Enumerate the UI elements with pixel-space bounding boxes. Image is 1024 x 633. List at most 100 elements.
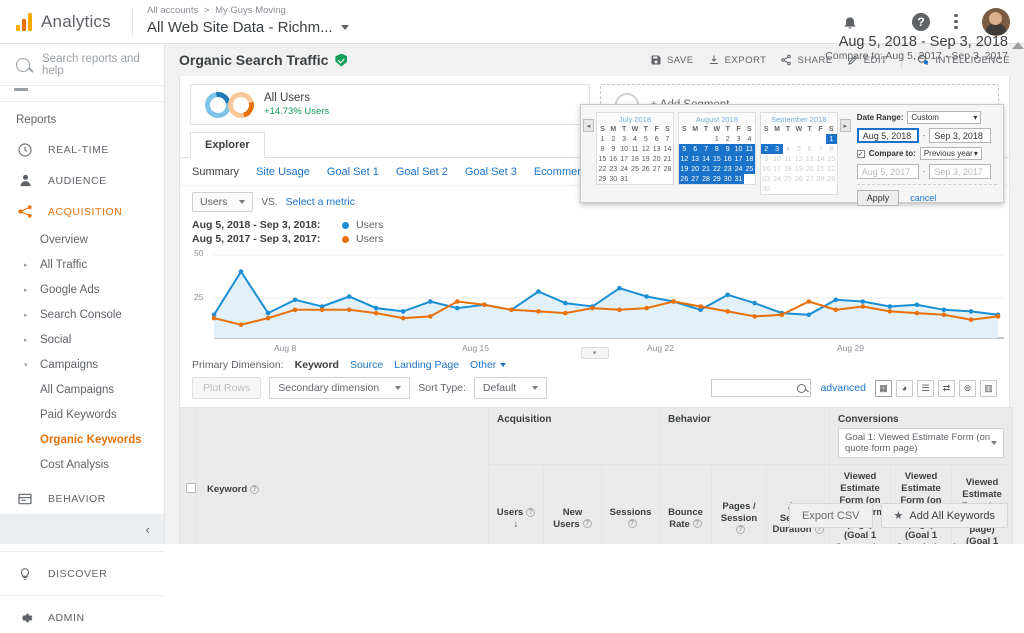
sidebar-item-organic-keywords[interactable]: Organic Keywords bbox=[0, 427, 164, 452]
calendar-day[interactable]: 2 bbox=[608, 134, 619, 144]
calendar-day[interactable]: 9 bbox=[722, 144, 734, 154]
tab-summary[interactable]: Summary bbox=[192, 166, 239, 178]
calendar-day[interactable]: 4 bbox=[630, 134, 641, 144]
date-range-dropdown[interactable]: Custom ▾ bbox=[907, 111, 982, 124]
table-view-icon[interactable]: ▦ bbox=[875, 379, 892, 397]
calendar-day[interactable]: 31 bbox=[733, 174, 744, 184]
sidebar-item-search-console[interactable]: ▸ Search Console bbox=[0, 302, 164, 327]
calendar-day[interactable]: 29 bbox=[711, 174, 723, 184]
calendar-day[interactable]: 16 bbox=[761, 164, 772, 174]
calendar-day[interactable]: 17 bbox=[733, 154, 744, 164]
apply-button[interactable]: Apply bbox=[856, 190, 900, 206]
chart-resize-handle[interactable]: ▾ bbox=[580, 347, 609, 359]
calendar-day[interactable]: 25 bbox=[743, 164, 755, 174]
calendar-day[interactable]: 13 bbox=[804, 154, 815, 164]
calendar-day[interactable]: 24 bbox=[733, 164, 744, 174]
compare-to-checkbox[interactable]: ✓ bbox=[856, 149, 865, 158]
sort-type-dropdown[interactable]: Default bbox=[473, 377, 548, 399]
help-icon[interactable]: ? bbox=[250, 485, 260, 495]
calendar-day[interactable]: 5 bbox=[640, 134, 651, 144]
calendar-day[interactable]: 20 bbox=[804, 164, 815, 174]
calendar-day[interactable]: 23 bbox=[722, 164, 734, 174]
calendar-day[interactable]: 5 bbox=[793, 144, 804, 154]
primary-dimension-landing-page[interactable]: Landing Page bbox=[394, 359, 459, 371]
compare-to-dropdown[interactable]: Previous year ▾ bbox=[919, 147, 982, 160]
tab-site-usage[interactable]: Site Usage bbox=[256, 166, 310, 178]
calendar-day[interactable]: 22 bbox=[597, 164, 608, 174]
breadcrumb-accounts[interactable]: All accounts bbox=[147, 5, 198, 16]
calendar-day[interactable]: 4 bbox=[744, 134, 755, 144]
export-csv-button[interactable]: Export CSV bbox=[789, 503, 873, 528]
pivot-view-icon[interactable]: ⊜ bbox=[959, 379, 976, 397]
calendar-day[interactable]: 2 bbox=[760, 144, 772, 154]
calendar-day[interactable]: 17 bbox=[619, 154, 630, 164]
calendar-day[interactable]: 18 bbox=[783, 164, 794, 174]
calendar-day[interactable]: 13 bbox=[651, 144, 662, 154]
export-button[interactable]: EXPORT bbox=[708, 54, 767, 66]
calendar-day[interactable]: 12 bbox=[678, 154, 690, 164]
chevron-up-icon[interactable] bbox=[1012, 42, 1024, 49]
goal-select-dropdown[interactable]: Goal 1: Viewed Estimate Form (on quote f… bbox=[838, 428, 1005, 458]
help-icon[interactable]: ? bbox=[736, 525, 746, 535]
account-selector[interactable]: All accounts > My Guys Moving All Web Si… bbox=[147, 5, 349, 36]
sidebar-item-campaigns[interactable]: ▾ Campaigns bbox=[0, 352, 164, 377]
calendar-day[interactable]: 12 bbox=[640, 144, 651, 154]
calendar-day[interactable]: 22 bbox=[826, 164, 837, 174]
calendar-day[interactable]: 7 bbox=[700, 144, 712, 154]
sidebar-item-audience[interactable]: AUDIENCE bbox=[0, 165, 164, 196]
calendar-september[interactable]: September 2018 S M T W T F S 1 2 3 4 5 6 7 8 9 10 11 12 13 1… bbox=[759, 112, 838, 195]
calendar-day[interactable]: 27 bbox=[804, 174, 815, 184]
calendar-day[interactable]: 10 bbox=[772, 154, 783, 164]
calendar-day[interactable]: 9 bbox=[608, 144, 619, 154]
help-icon[interactable]: ? bbox=[582, 519, 592, 529]
calendar-day[interactable]: 6 bbox=[651, 134, 662, 144]
help-icon[interactable]: ? bbox=[912, 12, 930, 31]
calendar-day[interactable]: 11 bbox=[630, 144, 641, 154]
sidebar-item-behavior[interactable]: BEHAVIOR bbox=[0, 483, 164, 514]
sidebar-item-discover[interactable]: DISCOVER bbox=[0, 558, 164, 589]
help-icon[interactable]: ? bbox=[692, 519, 702, 529]
calendar-day[interactable]: 6 bbox=[804, 144, 815, 154]
calendar-day[interactable]: 3 bbox=[733, 134, 744, 144]
column-header-new-users[interactable]: New Users? bbox=[543, 464, 602, 544]
help-icon[interactable]: ? bbox=[627, 519, 637, 529]
calendar-day[interactable]: 30 bbox=[722, 174, 734, 184]
analytics-logo[interactable]: Analytics bbox=[0, 12, 130, 32]
calendar-day[interactable]: 28 bbox=[662, 164, 673, 174]
prev-month-button[interactable]: ◂ bbox=[583, 119, 594, 132]
sidebar-item-all-campaigns[interactable]: All Campaigns bbox=[0, 377, 164, 402]
sidebar-item-google-ads[interactable]: ▸ Google Ads bbox=[0, 277, 164, 302]
calendar-day[interactable]: 8 bbox=[711, 144, 723, 154]
calendar-day[interactable]: 12 bbox=[793, 154, 804, 164]
calendar-day[interactable]: 1 bbox=[825, 134, 837, 144]
calendar-day[interactable]: 16 bbox=[608, 154, 619, 164]
calendar-day[interactable]: 23 bbox=[608, 164, 619, 174]
term-cloud-icon[interactable]: ▥ bbox=[980, 379, 997, 397]
users-over-time-chart[interactable]: 50 25 Aug 8 Aug 15 Aug 22 Aug 29 ▾ bbox=[192, 248, 1004, 359]
calendar-day[interactable]: 1 bbox=[711, 134, 722, 144]
secondary-dimension-dropdown[interactable]: Secondary dimension bbox=[269, 377, 411, 399]
table-search-input[interactable] bbox=[711, 379, 812, 397]
calendar-day[interactable]: 19 bbox=[678, 164, 690, 174]
tab-explorer[interactable]: Explorer bbox=[190, 132, 265, 158]
calendar-day[interactable]: 26 bbox=[678, 174, 690, 184]
performance-view-icon[interactable]: ☰ bbox=[917, 379, 934, 397]
sidebar-item-all-traffic[interactable]: ▸ All Traffic bbox=[0, 252, 164, 277]
calendar-day[interactable]: 7 bbox=[815, 144, 826, 154]
calendar-day[interactable]: 11 bbox=[743, 144, 755, 154]
calendar-day[interactable]: 28 bbox=[700, 174, 712, 184]
column-header-bounce-rate[interactable]: Bounce Rate? bbox=[659, 464, 713, 544]
calendar-day[interactable]: 21 bbox=[815, 164, 826, 174]
sidebar-item-cost-analysis[interactable]: Cost Analysis bbox=[0, 452, 164, 477]
add-all-keywords-button[interactable]: ★ Add All Keywords bbox=[880, 503, 1008, 528]
tab-goal-set-3[interactable]: Goal Set 3 bbox=[465, 166, 517, 178]
calendar-day[interactable]: 29 bbox=[826, 174, 837, 184]
next-month-button[interactable]: ▸ bbox=[839, 119, 851, 132]
calendar-day[interactable]: 3 bbox=[619, 134, 630, 144]
calendar-day[interactable]: 25 bbox=[630, 164, 641, 174]
calendar-day[interactable]: 31 bbox=[619, 174, 630, 184]
calendar-day[interactable]: 15 bbox=[711, 154, 723, 164]
tab-goal-set-2[interactable]: Goal Set 2 bbox=[396, 166, 448, 178]
start-date-input[interactable]: Aug 5, 2018 bbox=[856, 128, 919, 143]
calendar-day[interactable]: 18 bbox=[743, 154, 755, 164]
